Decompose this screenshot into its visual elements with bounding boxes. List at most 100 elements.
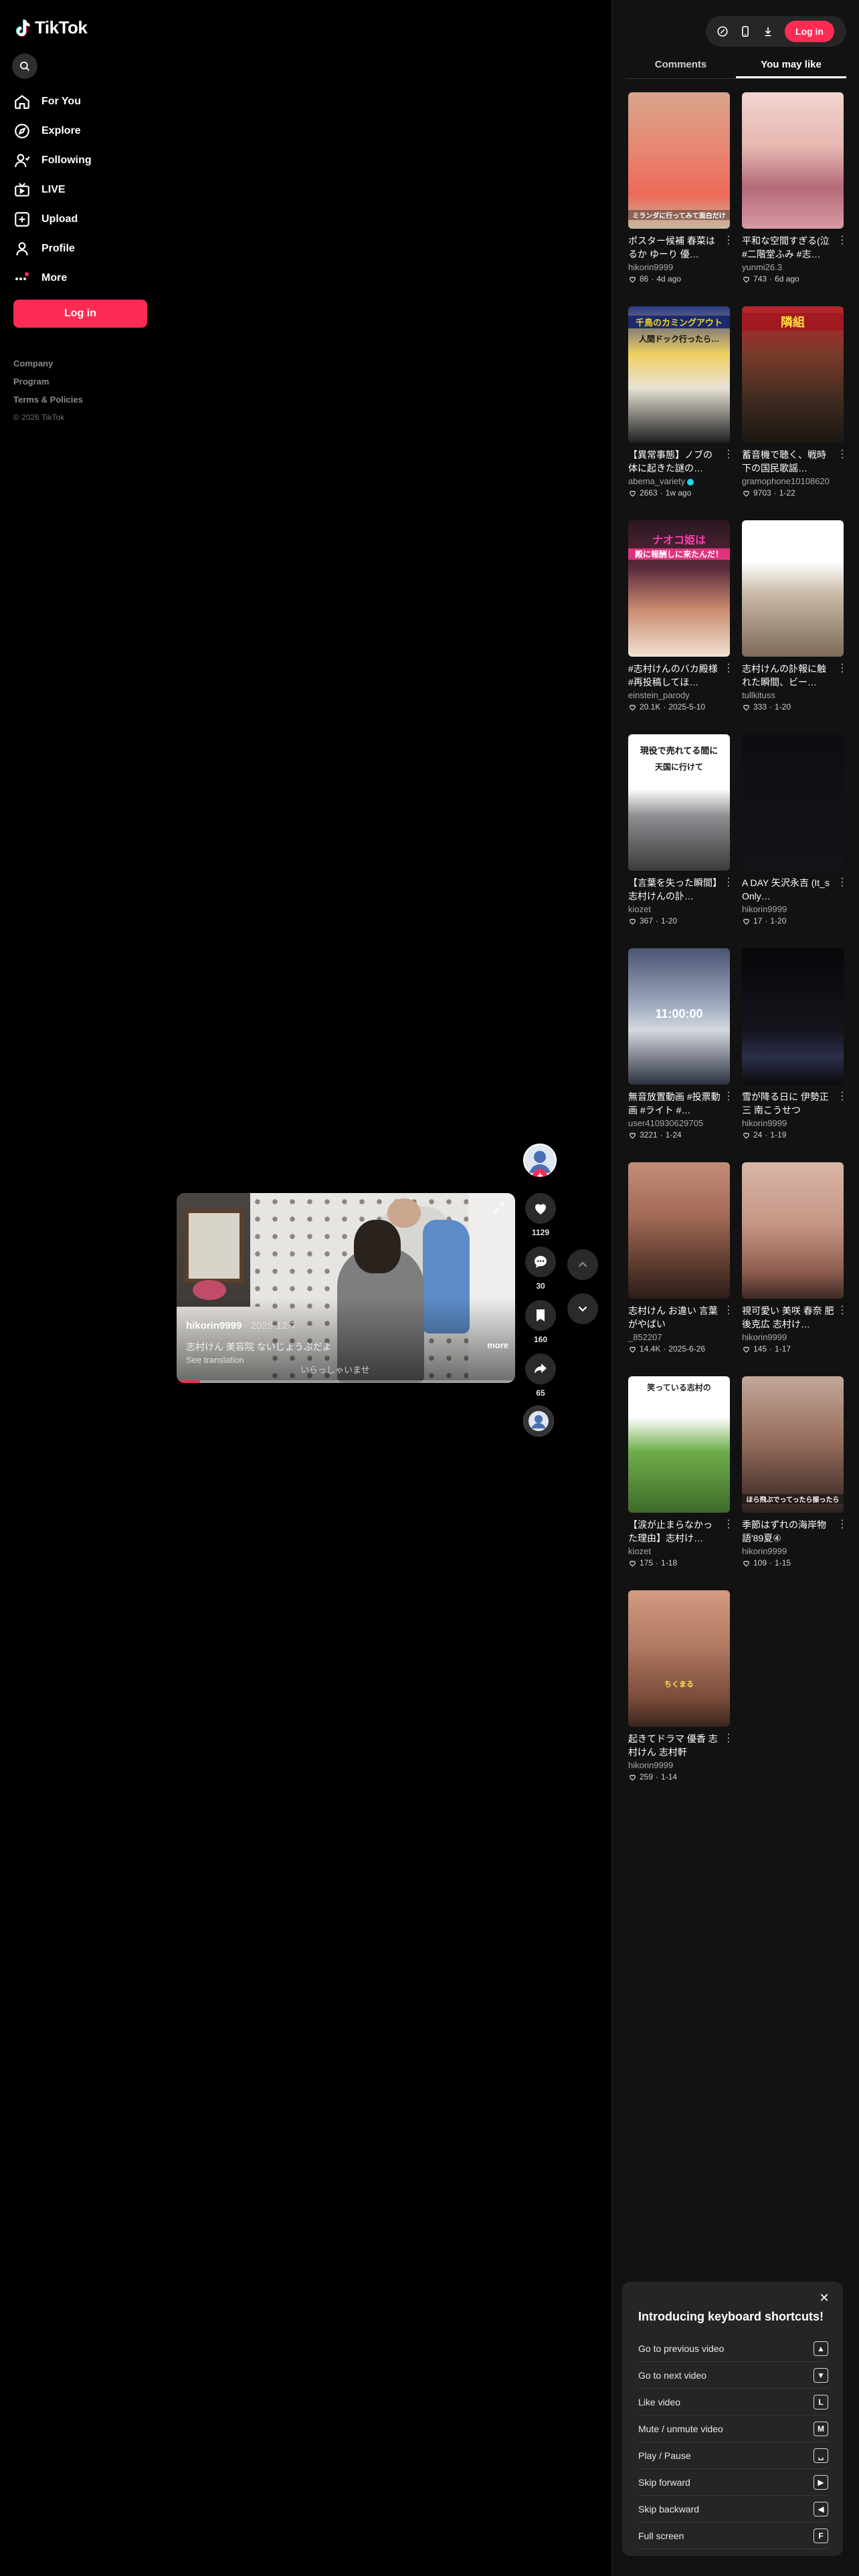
video-author[interactable]: yunmi26.3 (742, 262, 844, 272)
video-title[interactable]: 起きてドラマ 優香 志村けん 志村軒 (628, 1732, 730, 1759)
caption-more-link[interactable]: more (487, 1340, 508, 1350)
tiktok-logo[interactable]: TikTok (15, 17, 88, 38)
coins-button[interactable] (712, 21, 733, 41)
video-thumbnail[interactable] (742, 734, 844, 871)
footer-terms-link[interactable]: Terms & Policies (13, 391, 83, 409)
video-thumbnail[interactable]: 笑っている志村の (628, 1376, 730, 1513)
video-title[interactable]: 無音放置動画 #投票動画 #ライト #… (628, 1090, 730, 1117)
tab-comments[interactable]: Comments (626, 53, 736, 78)
recommended-video-card[interactable]: 11:00:00 無音放置動画 #投票動画 #ライト #… ⋮ user4109306… (628, 948, 734, 1149)
video-thumbnail[interactable]: ナオコ姫は 殿に報酬しに来たんだ！ (628, 520, 730, 657)
nav-explore[interactable]: Explore (13, 116, 92, 146)
nav-profile[interactable]: Profile (13, 234, 92, 263)
recommended-video-card[interactable]: 雪が降る日に 伊勢正三 南こうせつ ⋮ hikorin9999 24 · 1-19 (742, 948, 848, 1149)
video-thumbnail[interactable]: ほら飛ぶでってったら振ったら (742, 1376, 844, 1513)
video-author[interactable]: hikorin9999 (628, 262, 730, 272)
video-author[interactable]: hikorin9999 (742, 1332, 844, 1342)
video-author[interactable]: _852207 (628, 1332, 730, 1342)
more-options-icon[interactable]: ⋮ (837, 663, 848, 675)
video-author[interactable]: kiozet (628, 904, 730, 914)
more-options-icon[interactable]: ⋮ (723, 663, 734, 675)
video-title[interactable]: A DAY 矢沢永吉 (It_s Only… (742, 876, 844, 903)
video-author[interactable]: hikorin9999 · 2025-12-7 (186, 1320, 296, 1331)
video-thumbnail[interactable] (742, 92, 844, 229)
creator-avatar[interactable]: + (523, 1144, 557, 1177)
more-options-icon[interactable]: ⋮ (837, 1091, 848, 1103)
video-author[interactable]: abema_variety (628, 476, 730, 486)
see-translation-link[interactable]: See translation (186, 1355, 244, 1365)
recommended-video-card[interactable]: 現役で売れてる間に 天国に行けて 【言葉を失った瞬間】志村けんの訃… ⋮ kiozet 3… (628, 734, 734, 935)
nav-live[interactable]: LIVE (13, 175, 92, 205)
tab-you-may-like[interactable]: You may like (736, 53, 846, 78)
like-action[interactable]: 1129 (523, 1193, 558, 1237)
more-options-icon[interactable]: ⋮ (723, 1305, 734, 1317)
nav-more[interactable]: More (13, 263, 92, 293)
video-author[interactable]: hikorin9999 (742, 904, 844, 914)
footer-company-link[interactable]: Company (13, 354, 83, 372)
video-thumbnail[interactable] (742, 948, 844, 1085)
more-options-icon[interactable]: ⋮ (837, 877, 848, 889)
video-player[interactable]: hikorin9999 · 2025-12-7 志村けん 美容院 ないじょうぶだ… (177, 1193, 515, 1383)
more-options-icon[interactable]: ⋮ (837, 449, 848, 461)
more-options-icon[interactable]: ⋮ (723, 877, 734, 889)
more-options-icon[interactable]: ⋮ (723, 235, 734, 247)
video-author[interactable]: gramophone10108620 (742, 476, 844, 486)
close-icon[interactable]: ✕ (818, 2291, 831, 2304)
video-author[interactable]: tullkituss (742, 690, 844, 700)
video-thumbnail[interactable]: 隣組 (742, 306, 844, 443)
sidebar-login-button[interactable]: Log in (13, 300, 147, 328)
like-button[interactable] (525, 1193, 556, 1224)
nav-for-you[interactable]: For You (13, 87, 92, 116)
video-title[interactable]: 【異常事態】ノブの体に起きた謎の… (628, 448, 730, 475)
recommended-video-card[interactable]: 平和な空間すぎる(泣 #二階堂ふみ #志… ⋮ yunmi26.3 743 · 6d ag… (742, 92, 848, 293)
save-button[interactable] (525, 1300, 556, 1331)
more-options-icon[interactable]: ⋮ (837, 1519, 848, 1531)
video-progress-bar[interactable] (177, 1380, 515, 1383)
more-options-icon[interactable]: ⋮ (837, 235, 848, 247)
recommended-video-card[interactable]: 視可愛い 美咲 春奈 肥後克広 志村け… ⋮ hikorin9999 145 · 1-17 (742, 1162, 848, 1363)
recommended-video-card[interactable]: 笑っている志村の 【涙が止まらなかった理由】志村け… ⋮ kiozet 175 · 1-18 (628, 1376, 734, 1577)
expand-icon[interactable] (492, 1201, 506, 1214)
recommended-video-card[interactable]: 志村けんの訃報に触れた瞬間、ビー… ⋮ tullkituss 333 · 1-20 (742, 520, 848, 721)
footer-program-link[interactable]: Program (13, 372, 83, 391)
share-action[interactable]: 65 (523, 1354, 558, 1398)
video-author[interactable]: hikorin9999 (742, 1118, 844, 1128)
video-title[interactable]: ポスター候補 春菜はるか ゆーり 優… (628, 234, 730, 261)
save-action[interactable]: 160 (523, 1300, 558, 1344)
topbar-login-button[interactable]: Log in (785, 21, 834, 42)
nav-following[interactable]: Following (13, 146, 92, 175)
video-title[interactable]: 視可愛い 美咲 春奈 肥後克広 志村け… (742, 1304, 844, 1331)
video-thumbnail[interactable] (628, 1162, 730, 1299)
more-options-icon[interactable]: ⋮ (723, 1519, 734, 1531)
recommended-video-card[interactable]: ほら飛ぶでってったら振ったら季節はずれの海岸物語'89夏④ ⋮ hikorin999… (742, 1376, 848, 1577)
video-title[interactable]: 志村けんの訃報に触れた瞬間、ビー… (742, 662, 844, 689)
download-button[interactable] (758, 21, 778, 41)
recommended-video-card[interactable]: ミランダに行ってみて面白だけポスター候補 春菜はるか ゆーり 優… ⋮ hikori… (628, 92, 734, 293)
more-options-icon[interactable]: ⋮ (837, 1305, 848, 1317)
search-button[interactable] (12, 53, 37, 79)
more-options-icon[interactable]: ⋮ (723, 449, 734, 461)
recommended-video-card[interactable]: 千鳥のカミングアウト 人間ドック行ったら… 【異常事態】ノブの体に起きた謎の… ⋮ ab… (628, 306, 734, 507)
video-title[interactable]: 【涙が止まらなかった理由】志村け… (628, 1518, 730, 1545)
video-title[interactable]: 平和な空間すぎる(泣 #二階堂ふみ #志… (742, 234, 844, 261)
video-thumbnail[interactable]: 千鳥のカミングアウト 人間ドック行ったら… (628, 306, 730, 443)
video-title[interactable]: #志村けんのバカ殿様 #再投稿してほ… (628, 662, 730, 689)
recommended-video-card[interactable]: A DAY 矢沢永吉 (It_s Only… ⋮ hikorin9999 17 · 1-2… (742, 734, 848, 935)
recommended-video-card[interactable]: 隣組 蓄音機で聴く、戦時下の国民歌謡… ⋮ gramophone10108620 970… (742, 306, 848, 507)
video-thumbnail[interactable]: ミランダに行ってみて面白だけ (628, 92, 730, 229)
video-thumbnail[interactable]: ちくまる (628, 1590, 730, 1727)
video-title[interactable]: 季節はずれの海岸物語'89夏④ (742, 1518, 844, 1545)
comment-action[interactable]: 30 (523, 1247, 558, 1291)
video-title[interactable]: 志村けん お違い 言葉がやばい (628, 1304, 730, 1331)
music-disc[interactable] (523, 1406, 554, 1436)
video-author[interactable]: einstein_parody (628, 690, 730, 700)
video-title[interactable]: 【言葉を失った瞬間】志村けんの訃… (628, 876, 730, 903)
video-thumbnail[interactable]: 現役で売れてる間に 天国に行けて (628, 734, 730, 871)
recommended-video-card[interactable]: ナオコ姫は 殿に報酬しに来たんだ！ #志村けんのバカ殿様 #再投稿してほ… ⋮ eins… (628, 520, 734, 721)
get-app-button[interactable] (735, 21, 755, 41)
more-options-icon[interactable]: ⋮ (723, 1091, 734, 1103)
video-title[interactable]: 蓄音機で聴く、戦時下の国民歌謡… (742, 448, 844, 475)
video-author[interactable]: hikorin9999 (742, 1546, 844, 1556)
next-video-button[interactable] (567, 1293, 598, 1324)
video-author[interactable]: hikorin9999 (628, 1760, 730, 1770)
